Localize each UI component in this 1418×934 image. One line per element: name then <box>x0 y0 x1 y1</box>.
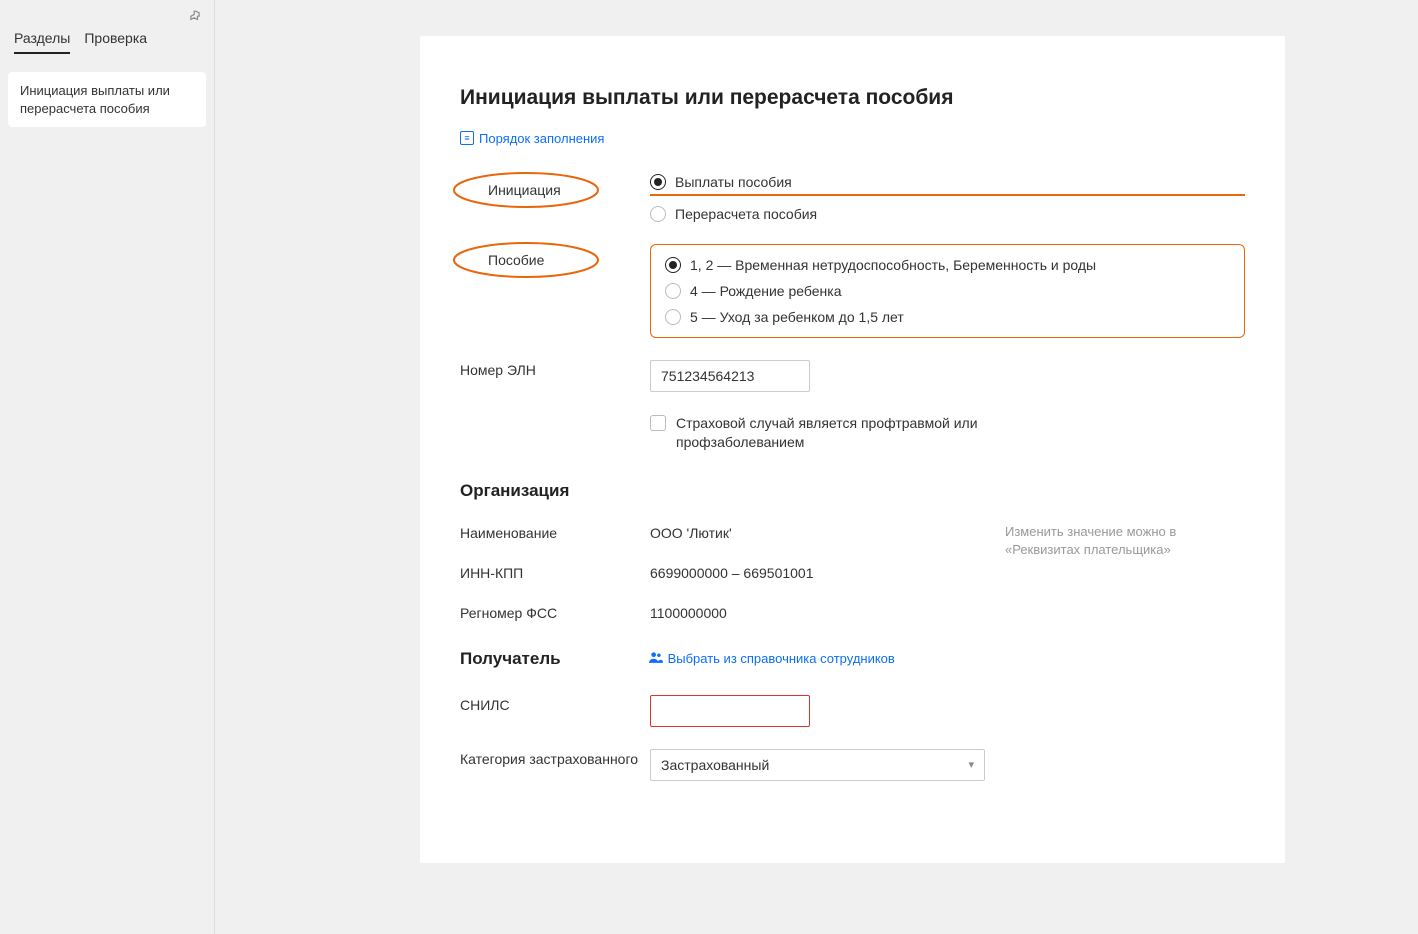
label-benefit: Пособие <box>460 244 650 274</box>
insurance-case-label: Страховой случай является профтравмой ил… <box>676 414 990 453</box>
label-snils: СНИЛС <box>460 695 650 713</box>
pin-icon[interactable] <box>188 10 202 27</box>
form-card: Инициация выплаты или перерасчета пособи… <box>420 36 1285 863</box>
heading-recipient: Получатель <box>460 649 561 669</box>
radio-label: Перерасчета пособия <box>675 206 817 222</box>
heading-organization: Организация <box>460 481 1245 501</box>
row-insurance-case: Страховой случай является профтравмой ил… <box>460 414 1245 453</box>
radio-dot-icon <box>665 257 681 273</box>
label-initiation: Инициация <box>460 174 650 204</box>
label-category: Категория застрахованного <box>460 749 650 767</box>
radio-initiation-recalc[interactable]: Перерасчета пособия <box>650 206 1245 222</box>
select-employee-link[interactable]: Выбрать из справочника сотрудников <box>649 651 895 666</box>
radio-group-benefit: 1, 2 — Временная нетрудоспособность, Бер… <box>650 244 1245 338</box>
category-select-value: Застрахованный <box>661 757 769 773</box>
label-initiation-text: Инициация <box>488 182 561 198</box>
chevron-down-icon: ▾ <box>968 758 974 771</box>
label-regnum: Регномер ФСС <box>460 603 650 621</box>
radio-dot-icon <box>650 206 666 222</box>
label-eln: Номер ЭЛН <box>460 360 650 378</box>
radio-benefit-5[interactable]: 5 — Уход за ребенком до 1,5 лет <box>665 309 1230 325</box>
radio-group-initiation: Выплаты пособия Перерасчета пособия <box>650 174 1245 222</box>
row-eln: Номер ЭЛН <box>460 360 1245 392</box>
label-benefit-text: Пособие <box>488 252 544 268</box>
main-area: Инициация выплаты или перерасчета пособи… <box>215 0 1418 934</box>
value-inn-kpp: 6699000000 – 669501001 <box>650 563 1245 581</box>
sidebar-tabs: Разделы Проверка <box>6 8 208 64</box>
eln-input[interactable] <box>650 360 810 392</box>
sidebar: Разделы Проверка Инициация выплаты или п… <box>0 0 215 934</box>
label-inn-kpp: ИНН-КПП <box>460 563 650 581</box>
row-regnum: Регномер ФСС 1100000000 <box>460 603 1245 621</box>
document-icon: ≡ <box>460 131 474 145</box>
radio-label: 5 — Уход за ребенком до 1,5 лет <box>690 309 904 325</box>
row-snils: СНИЛС <box>460 695 1245 727</box>
sidebar-item-initiation[interactable]: Инициация выплаты или перерасчета пособи… <box>8 72 206 127</box>
help-link-label: Порядок заполнения <box>479 131 604 146</box>
value-regnum: 1100000000 <box>650 603 1245 621</box>
page-title: Инициация выплаты или перерасчета пособи… <box>460 86 1245 110</box>
radio-label: Выплаты пособия <box>675 174 792 190</box>
tab-sections[interactable]: Разделы <box>14 30 70 54</box>
radio-benefit-4[interactable]: 4 — Рождение ребенка <box>665 283 1230 299</box>
hint-org: Изменить значение можно в «Реквизитах пл… <box>1005 523 1235 559</box>
people-icon <box>649 651 663 666</box>
help-link[interactable]: ≡ Порядок заполнения <box>460 131 604 146</box>
insurance-case-checkbox[interactable] <box>650 415 666 431</box>
radio-dot-icon <box>665 309 681 325</box>
radio-benefit-1-2[interactable]: 1, 2 — Временная нетрудоспособность, Бер… <box>665 257 1230 273</box>
radio-dot-icon <box>665 283 681 299</box>
tab-check[interactable]: Проверка <box>84 30 147 54</box>
row-inn-kpp: ИНН-КПП 6699000000 – 669501001 <box>460 563 1245 581</box>
radio-label: 4 — Рождение ребенка <box>690 283 841 299</box>
radio-dot-icon <box>650 174 666 190</box>
row-org-name: Наименование ООО 'Лютик' Изменить значен… <box>460 523 1245 541</box>
radio-initiation-payment[interactable]: Выплаты пособия <box>650 174 792 190</box>
row-category: Категория застрахованного Застрахованный… <box>460 749 1245 781</box>
radio-label: 1, 2 — Временная нетрудоспособность, Бер… <box>690 257 1096 273</box>
select-employee-label: Выбрать из справочника сотрудников <box>668 651 895 666</box>
snils-input[interactable] <box>650 695 810 727</box>
recipient-header: Получатель Выбрать из справочника сотруд… <box>460 649 1245 669</box>
row-initiation: Инициация Выплаты пособия Перерасчета по… <box>460 174 1245 222</box>
row-benefit: Пособие 1, 2 — Временная нетрудоспособно… <box>460 244 1245 338</box>
category-select[interactable]: Застрахованный ▾ <box>650 749 985 781</box>
label-org-name: Наименование <box>460 523 650 541</box>
